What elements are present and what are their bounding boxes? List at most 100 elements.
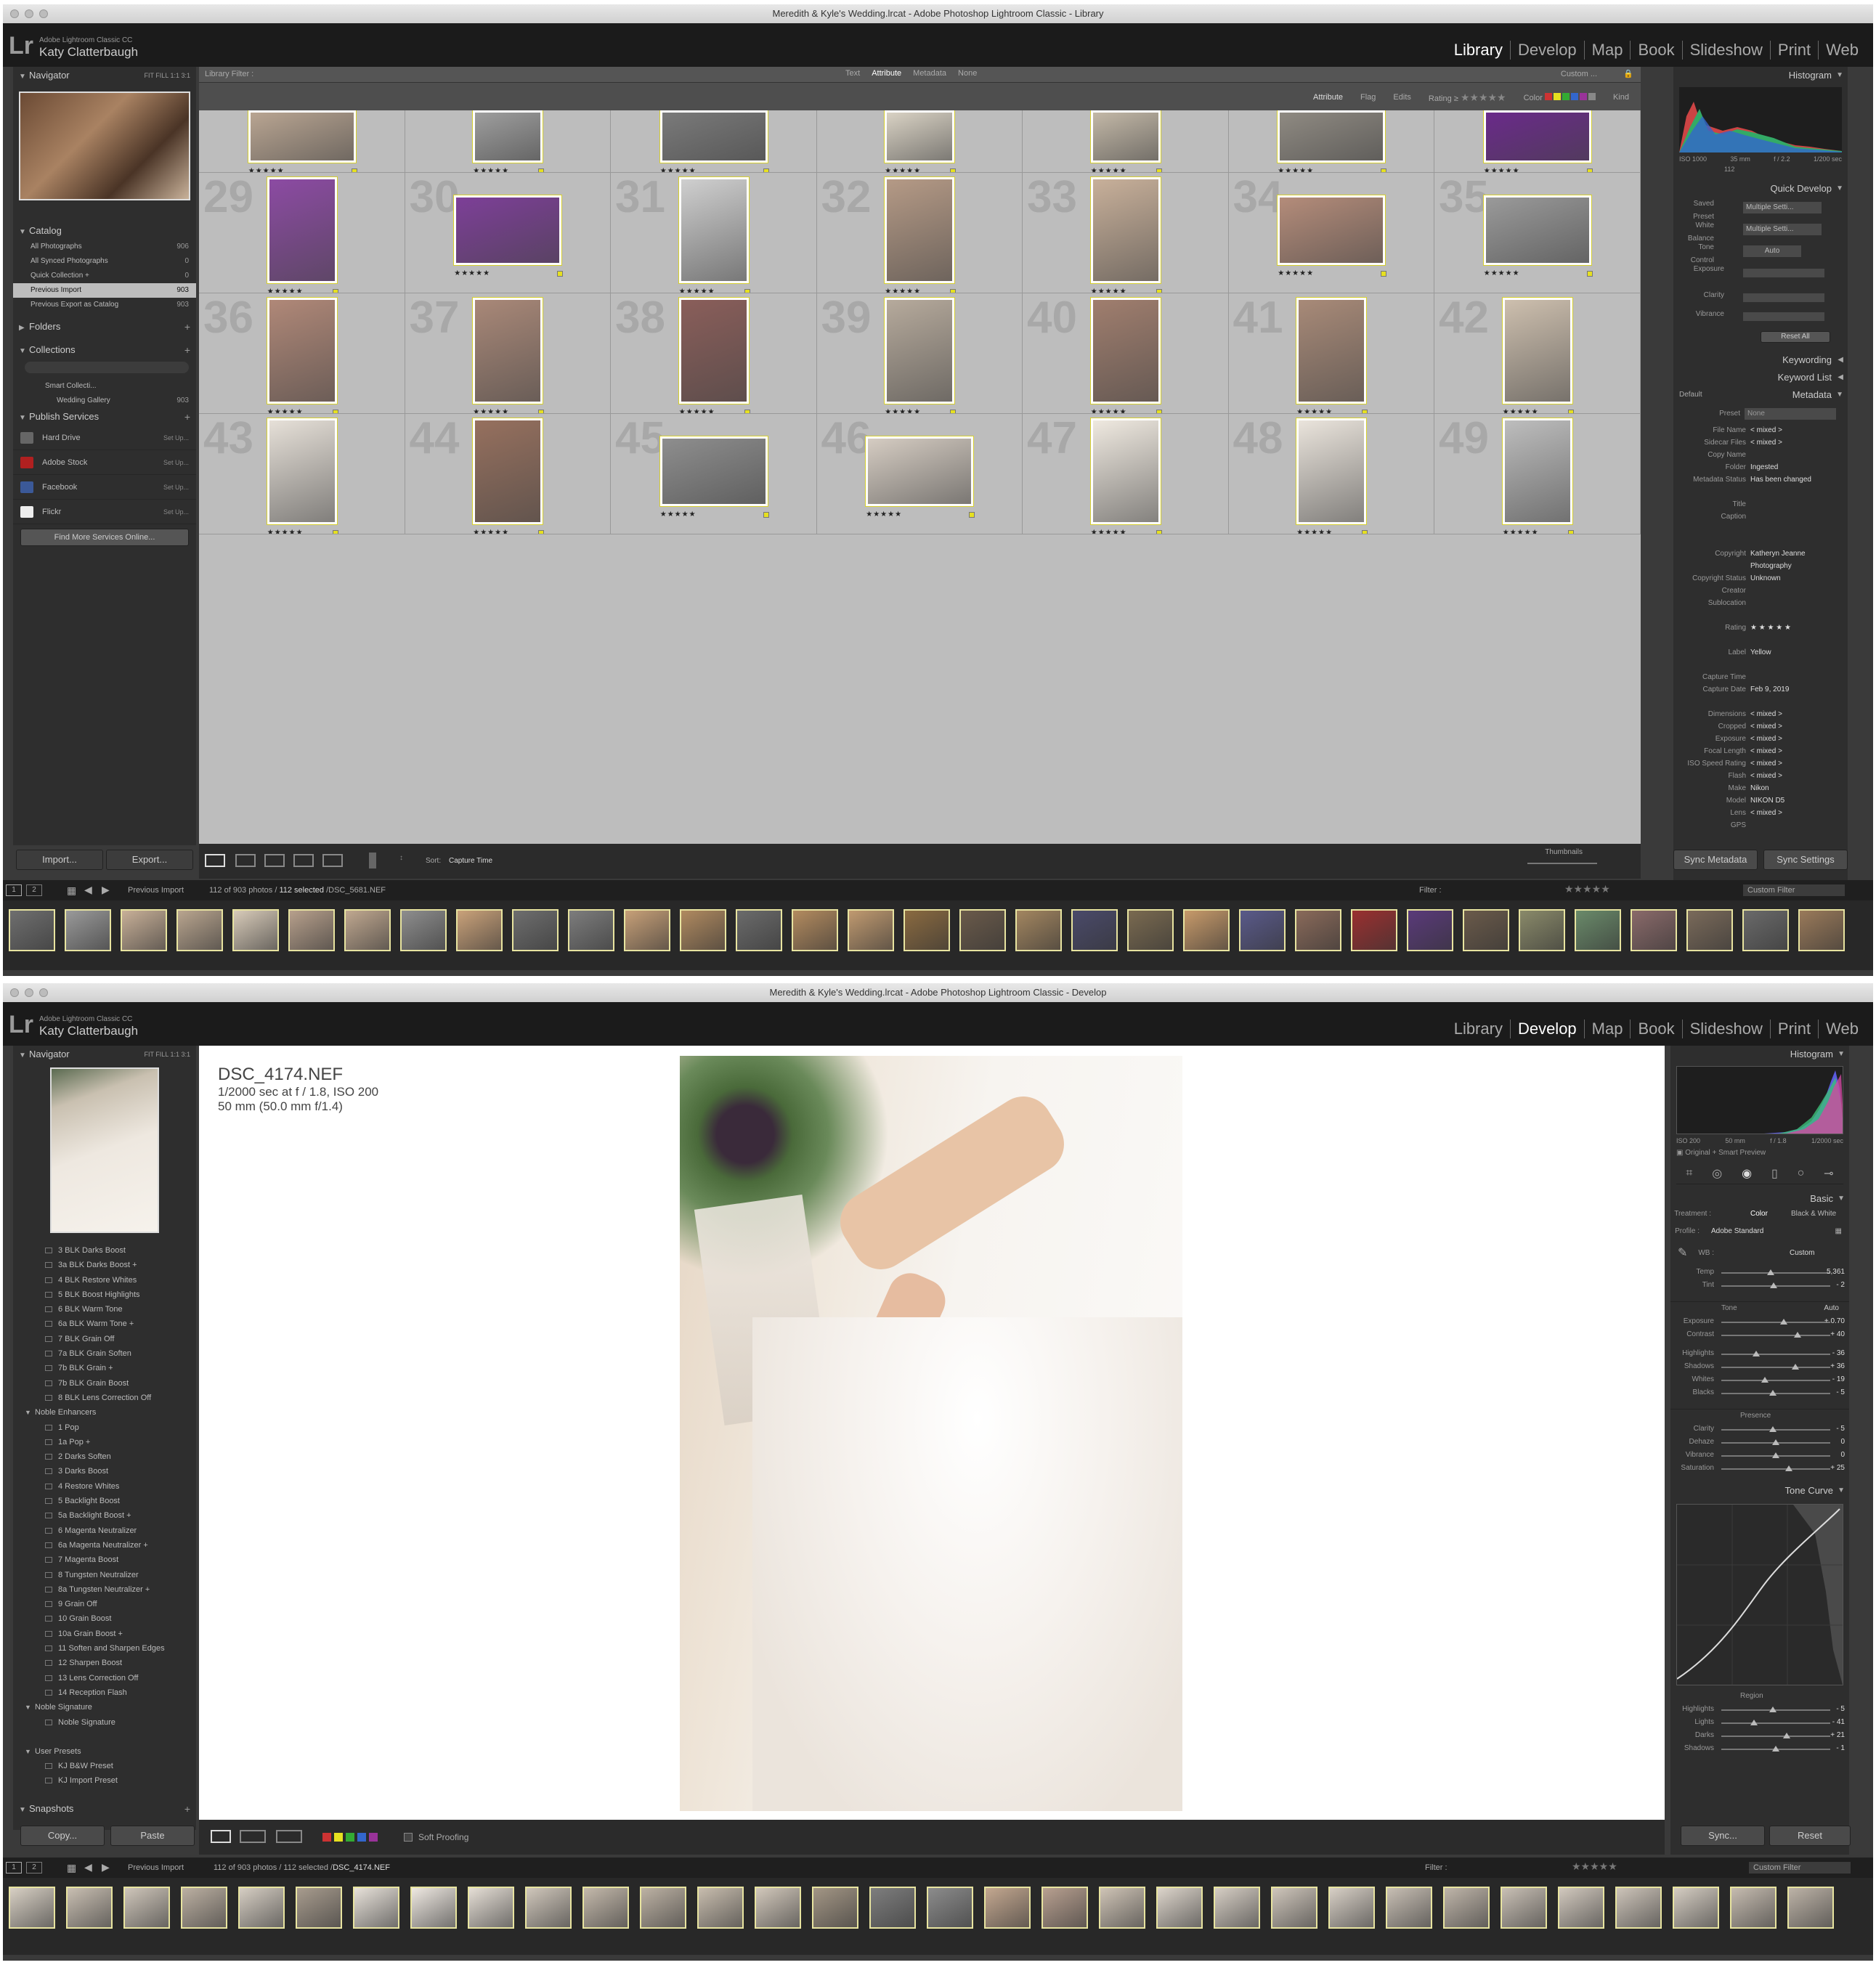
rating-stars[interactable]: ★★★★★ bbox=[1503, 408, 1539, 413]
preset-item[interactable]: 10a Grain Boost + bbox=[13, 1627, 196, 1641]
filmstrip-thumbnail[interactable] bbox=[1041, 1887, 1088, 1929]
filmstrip-thumbnail[interactable] bbox=[176, 909, 223, 951]
catalog-item[interactable]: Quick Collection +0 bbox=[13, 269, 196, 283]
photo-thumbnail[interactable] bbox=[678, 176, 750, 284]
navigator-preview[interactable] bbox=[50, 1067, 159, 1233]
slider-knob[interactable] bbox=[1792, 1364, 1799, 1370]
photo-thumbnail[interactable] bbox=[472, 418, 544, 525]
publish-service[interactable]: Facebook Set Up... bbox=[13, 475, 196, 500]
preset-item[interactable]: 14 Reception Flash bbox=[13, 1685, 196, 1700]
filmstrip-thumbnail[interactable] bbox=[697, 1887, 744, 1929]
filmstrip-thumbnail[interactable] bbox=[1615, 1887, 1662, 1929]
photo-thumbnail[interactable] bbox=[659, 436, 768, 507]
filmstrip-thumbnail[interactable] bbox=[1631, 909, 1677, 951]
folders-header[interactable]: ▶ Folders + bbox=[13, 318, 196, 335]
custom-filter-dropdown[interactable]: Custom Filter bbox=[1743, 884, 1845, 896]
loupe-view-icon[interactable] bbox=[235, 854, 256, 867]
module-slideshow[interactable]: Slideshow bbox=[1681, 1020, 1770, 1038]
collection-smart[interactable]: Smart Collecti... bbox=[13, 379, 196, 394]
filmstrip-thumbnail[interactable] bbox=[1519, 909, 1565, 951]
filmstrip-thumbnail[interactable] bbox=[1575, 909, 1621, 951]
yellow-label-icon[interactable] bbox=[557, 271, 564, 277]
grid-shortcut-icon[interactable]: ▦ bbox=[67, 884, 76, 897]
rating-stars[interactable]: ★★★★★ bbox=[1091, 167, 1127, 172]
filmstrip-thumbnail[interactable] bbox=[400, 909, 447, 951]
yellow-label-icon[interactable] bbox=[1156, 530, 1162, 534]
rating-stars[interactable]: ★★★★★ bbox=[1091, 288, 1127, 293]
grid-cell[interactable]: 34 ★★★★★ bbox=[1228, 173, 1434, 293]
filmstrip-thumbnail[interactable] bbox=[121, 909, 167, 951]
preset-item[interactable]: 8a Tungsten Neutralizer + bbox=[13, 1582, 196, 1597]
rating-stars[interactable]: ★★★★★ bbox=[473, 529, 509, 534]
preset-item[interactable]: 7b BLK Grain Boost bbox=[13, 1376, 196, 1391]
filmstrip-thumbnail[interactable] bbox=[288, 909, 335, 951]
grid-cell[interactable]: 49 ★★★★★ bbox=[1434, 414, 1641, 534]
slider-knob[interactable] bbox=[1770, 1282, 1777, 1288]
module-print[interactable]: Print bbox=[1769, 41, 1818, 60]
source-label[interactable]: Previous Import bbox=[128, 886, 184, 895]
slider-contrast[interactable]: Contrast + 40 bbox=[1670, 1328, 1849, 1341]
export-button[interactable]: Export... bbox=[106, 850, 193, 870]
filmstrip-thumbnail[interactable] bbox=[1558, 1887, 1604, 1929]
slider-knob[interactable] bbox=[1769, 1706, 1776, 1712]
preset-item[interactable]: 9 Grain Off bbox=[13, 1597, 196, 1611]
metadata-value[interactable]: < mixed > bbox=[1750, 745, 1782, 757]
slider-knob[interactable] bbox=[1753, 1351, 1760, 1356]
grid-cell[interactable]: 44 ★★★★★ bbox=[405, 414, 611, 534]
catalog-item[interactable]: Previous Import 903 bbox=[13, 283, 196, 298]
module-web[interactable]: Web bbox=[1818, 1020, 1866, 1038]
filmstrip-thumbnail[interactable] bbox=[1295, 909, 1341, 951]
filmstrip-thumbnail[interactable] bbox=[1386, 1887, 1432, 1929]
rating-stars[interactable]: ★★★★★ bbox=[1278, 269, 1314, 277]
grid-view-icon[interactable] bbox=[205, 854, 225, 867]
slider-darks[interactable]: Darks + 21 bbox=[1670, 1729, 1849, 1742]
profile-dropdown[interactable]: Adobe Standard bbox=[1711, 1225, 1763, 1238]
monitor-1-button[interactable]: 1 bbox=[6, 1862, 22, 1874]
slider-knob[interactable] bbox=[1772, 1439, 1779, 1445]
slider-track[interactable] bbox=[1721, 1319, 1830, 1325]
slider-track[interactable] bbox=[1721, 1706, 1830, 1712]
module-map[interactable]: Map bbox=[1583, 41, 1631, 60]
edits-filter[interactable]: Edits bbox=[1393, 93, 1410, 102]
monitor-2-button[interactable]: 2 bbox=[26, 1862, 42, 1874]
metadata-value[interactable]: Unknown bbox=[1750, 572, 1781, 585]
profile-browser-icon[interactable]: ▦ bbox=[1835, 1225, 1842, 1238]
sort-dropdown[interactable]: Capture Time bbox=[449, 857, 492, 865]
clarity-buttons[interactable] bbox=[1743, 293, 1824, 302]
keyword-list-header[interactable]: Keyword List ◀ bbox=[1673, 369, 1848, 386]
preset-item[interactable]: 6 BLK Warm Tone bbox=[13, 1302, 196, 1317]
grid-cell[interactable]: 36 ★★★★★ bbox=[199, 293, 405, 414]
photo-thumbnail[interactable] bbox=[472, 110, 544, 163]
kind-filter[interactable]: Kind bbox=[1613, 93, 1629, 102]
publish-service[interactable]: Adobe Stock Set Up... bbox=[13, 450, 196, 475]
filmstrip-thumbnail[interactable] bbox=[65, 909, 111, 951]
filmstrip-filter-stars[interactable]: ★★★★★ bbox=[1572, 1860, 1617, 1873]
yellow-label-icon[interactable] bbox=[332, 530, 338, 534]
preset-item[interactable]: 4 Restore Whites bbox=[13, 1479, 196, 1494]
filmstrip-thumbnail[interactable] bbox=[582, 1887, 629, 1929]
metadata-value[interactable]: < mixed > bbox=[1750, 733, 1782, 745]
filmstrip-thumbnail[interactable] bbox=[468, 1887, 514, 1929]
grid-cell[interactable]: ★★★★★ bbox=[405, 110, 611, 173]
preset-item[interactable]: 3 Darks Boost bbox=[13, 1464, 196, 1478]
rating-stars[interactable]: ★★★★★ bbox=[1091, 529, 1127, 534]
filmstrip-thumbnail[interactable] bbox=[1183, 909, 1230, 951]
photo-thumbnail[interactable] bbox=[1277, 195, 1386, 266]
reset-all-button[interactable]: Reset All bbox=[1761, 331, 1830, 343]
reset-button[interactable]: Reset bbox=[1769, 1826, 1851, 1846]
grid-cell[interactable]: 31 ★★★★★ bbox=[611, 173, 817, 293]
preset-item[interactable]: 3a BLK Darks Boost + bbox=[13, 1258, 196, 1272]
metadata-value[interactable]: NIKON D5 bbox=[1750, 794, 1784, 807]
treatment-color[interactable]: Color bbox=[1750, 1208, 1768, 1221]
monitor-1-button[interactable]: 1 bbox=[6, 884, 22, 896]
filmstrip-filter-stars[interactable]: ★★★★★ bbox=[1564, 883, 1610, 895]
metadata-value[interactable]: Feb 9, 2019 bbox=[1750, 683, 1789, 696]
filmstrip-thumbnail[interactable] bbox=[904, 909, 950, 951]
filmstrip-thumbnail[interactable] bbox=[9, 909, 55, 951]
rating-stars[interactable]: ★★★★★ bbox=[866, 510, 902, 518]
module-book[interactable]: Book bbox=[1630, 41, 1681, 60]
slider-track[interactable] bbox=[1721, 1746, 1830, 1752]
filmstrip-thumbnail[interactable] bbox=[755, 1887, 801, 1929]
rating-stars[interactable]: ★★★★★ bbox=[1278, 167, 1314, 172]
filmstrip-thumbnail[interactable] bbox=[1673, 1887, 1719, 1929]
